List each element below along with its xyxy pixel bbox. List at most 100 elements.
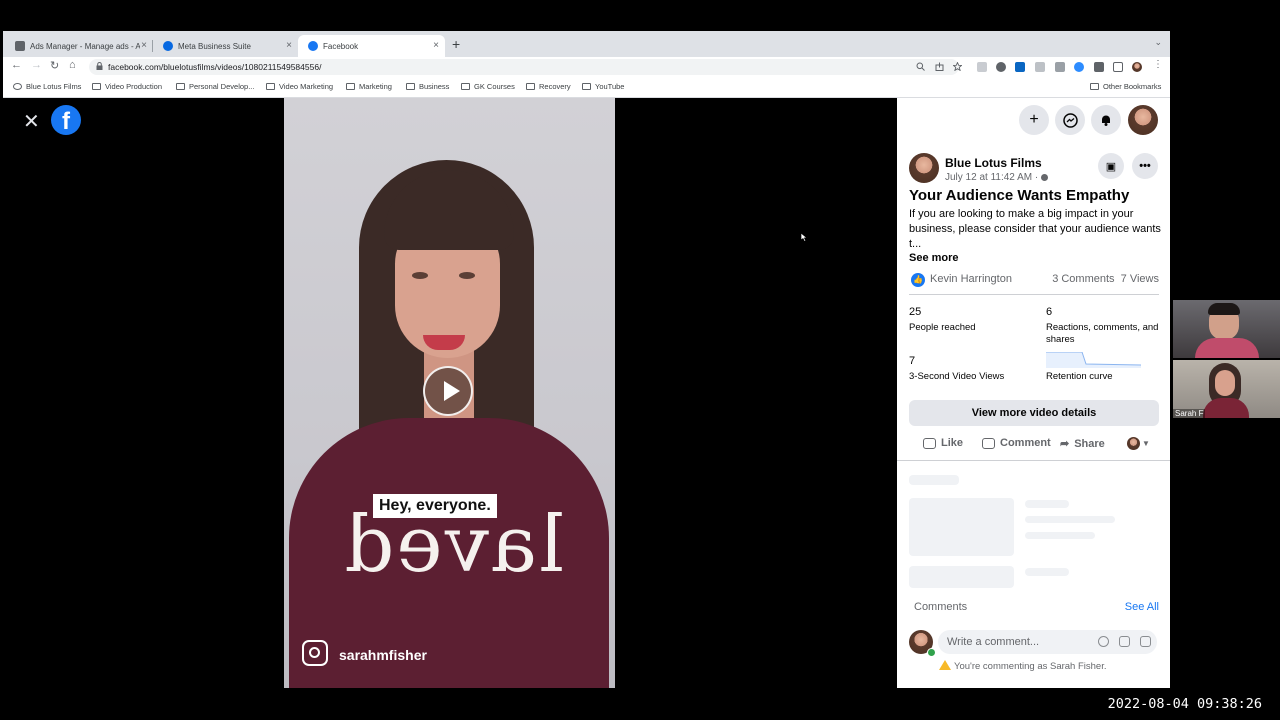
close-tab-icon[interactable]: × bbox=[286, 40, 292, 51]
video-viewer: ✕ f laved Hey, everyone. sarahmfisher bbox=[3, 98, 897, 688]
sidebar-icon[interactable] bbox=[1113, 62, 1123, 72]
bookmark-blue-lotus-films[interactable]: Blue Lotus Films bbox=[13, 82, 81, 91]
extension-icon[interactable] bbox=[1055, 62, 1065, 72]
stat-value-people-reached: 25 bbox=[909, 306, 922, 318]
webcam-tile-2: Sarah F bbox=[1173, 360, 1280, 418]
stat-value-reactions: 6 bbox=[1046, 306, 1053, 318]
lock-icon bbox=[96, 62, 103, 70]
bookmark-recovery[interactable]: Recovery bbox=[526, 82, 571, 91]
bookmark-personal-develop[interactable]: Personal Develop... bbox=[176, 82, 254, 91]
new-tab-button[interactable]: + bbox=[452, 36, 460, 52]
webcam-person-shirt bbox=[1203, 398, 1249, 418]
puzzle-icon[interactable] bbox=[1094, 62, 1104, 72]
bookmark-label: Marketing bbox=[359, 82, 392, 91]
profile-avatar-icon[interactable] bbox=[1132, 62, 1142, 72]
folder-icon bbox=[266, 83, 275, 90]
mouse-pointer-icon bbox=[800, 232, 808, 242]
back-icon[interactable]: ← bbox=[11, 59, 22, 71]
divider bbox=[909, 294, 1159, 295]
post-side-panel: + Blue Lotus Films July 12 at 11:42 AM ·… bbox=[897, 98, 1170, 688]
post-date[interactable]: July 12 at 11:42 AM · bbox=[945, 172, 1049, 183]
post-description: If you are looking to make a big impact … bbox=[909, 208, 1161, 250]
loading-placeholder bbox=[1025, 516, 1115, 523]
webcam-person bbox=[1215, 370, 1235, 396]
see-all-comments-link[interactable]: See All bbox=[1125, 601, 1159, 613]
see-more-link[interactable]: See more bbox=[909, 252, 959, 264]
address-bar[interactable]: facebook.com/bluelotusfilms/videos/10802… bbox=[89, 59, 962, 75]
reactor-name[interactable]: Kevin Harrington bbox=[930, 273, 1012, 285]
more-menu-icon[interactable]: ⋮ bbox=[1153, 59, 1163, 70]
video-player[interactable]: laved Hey, everyone. sarahmfisher bbox=[284, 98, 615, 688]
recording-timestamp: 2022-08-04 09:38:26 bbox=[1107, 696, 1262, 712]
stat-label-video-views: 3-Second Video Views bbox=[909, 371, 1005, 382]
webcam-person-shirt bbox=[1195, 338, 1259, 358]
comments-heading: Comments bbox=[914, 601, 968, 613]
post-title: Your Audience Wants Empathy bbox=[909, 187, 1130, 204]
post-as-avatar bbox=[1127, 437, 1140, 450]
reload-icon[interactable]: ↻ bbox=[50, 59, 59, 72]
retention-curve-chart bbox=[1046, 352, 1142, 368]
like-reaction-icon[interactable]: 👍 bbox=[911, 273, 925, 287]
bookmark-label: Video Marketing bbox=[279, 82, 334, 91]
views-count: 7 Views bbox=[1120, 273, 1159, 285]
view-more-video-details-button[interactable]: View more video details bbox=[909, 400, 1159, 426]
divider bbox=[897, 460, 1170, 461]
page-name[interactable]: Blue Lotus Films bbox=[945, 156, 1042, 170]
close-tab-icon[interactable]: × bbox=[433, 40, 439, 51]
loading-placeholder bbox=[1025, 568, 1069, 576]
like-button[interactable]: Like bbox=[923, 437, 963, 449]
comment-input[interactable]: Write a comment... bbox=[938, 630, 1157, 654]
bookmark-label: YouTube bbox=[595, 82, 625, 91]
notifications-bell-icon[interactable] bbox=[1091, 105, 1121, 135]
comments-count[interactable]: 3 Comments bbox=[1052, 273, 1114, 285]
more-options-button[interactable]: ••• bbox=[1132, 153, 1158, 179]
tab-facebook[interactable]: Facebook × bbox=[298, 35, 445, 57]
share-button[interactable]: ➦ Share bbox=[1060, 437, 1105, 451]
zoom-icon[interactable] bbox=[916, 62, 925, 71]
tab-search-icon[interactable]: ⌄ bbox=[1154, 37, 1162, 48]
bookmark-label: Recovery bbox=[539, 82, 571, 91]
gif-icon[interactable] bbox=[1119, 636, 1130, 647]
home-icon[interactable]: ⌂ bbox=[69, 59, 76, 71]
save-post-button[interactable]: ▣ bbox=[1098, 153, 1124, 179]
online-status-dot bbox=[927, 648, 936, 657]
page-avatar[interactable] bbox=[909, 153, 939, 183]
bookmark-youtube[interactable]: YouTube bbox=[582, 82, 624, 91]
play-button-icon[interactable] bbox=[423, 366, 473, 416]
extension-icon[interactable] bbox=[1035, 62, 1045, 72]
facebook-logo-icon[interactable]: f bbox=[51, 105, 81, 135]
tab-meta-business-suite[interactable]: Meta Business Suite × bbox=[153, 35, 298, 57]
star-icon[interactable] bbox=[953, 62, 962, 71]
profile-avatar[interactable] bbox=[1128, 105, 1158, 135]
pinterest-icon[interactable] bbox=[996, 62, 1006, 72]
messenger-icon[interactable] bbox=[1055, 105, 1085, 135]
bookmark-video-marketing[interactable]: Video Marketing bbox=[266, 82, 333, 91]
bookmark-business[interactable]: Business bbox=[406, 82, 449, 91]
create-icon[interactable]: + bbox=[1019, 105, 1049, 135]
browser-window: Ads Manager - Manage ads - A × Meta Busi… bbox=[3, 31, 1170, 688]
other-bookmarks[interactable]: Other Bookmarks bbox=[1090, 82, 1161, 91]
folder-icon bbox=[461, 83, 470, 90]
share-icon[interactable] bbox=[935, 62, 944, 71]
forward-icon[interactable]: → bbox=[31, 59, 42, 71]
instagram-icon bbox=[302, 640, 328, 666]
bookmark-label: GK Courses bbox=[474, 82, 515, 91]
bookmark-gk-courses[interactable]: GK Courses bbox=[461, 82, 515, 91]
close-icon[interactable]: ✕ bbox=[23, 112, 40, 132]
commenting-as-text: You're commenting as Sarah Fisher. bbox=[954, 661, 1107, 672]
comment-icon bbox=[982, 437, 995, 449]
facebook-icon bbox=[308, 41, 318, 51]
audience-icon bbox=[1041, 174, 1049, 181]
post-as-selector[interactable]: ▼ bbox=[1127, 437, 1150, 450]
extension-icon[interactable] bbox=[977, 62, 987, 72]
zoom-extension-icon[interactable] bbox=[1074, 62, 1084, 72]
tab-title: Meta Business Suite bbox=[178, 41, 251, 51]
extension-icon[interactable] bbox=[1015, 62, 1025, 72]
bookmark-video-production[interactable]: Video Production bbox=[92, 82, 162, 91]
bookmark-marketing[interactable]: Marketing bbox=[346, 82, 392, 91]
sticker-icon[interactable] bbox=[1140, 636, 1151, 647]
emoji-icon[interactable] bbox=[1098, 636, 1109, 647]
tab-ads-manager[interactable]: Ads Manager - Manage ads - A × bbox=[5, 35, 153, 57]
close-tab-icon[interactable]: × bbox=[141, 40, 147, 51]
comment-button[interactable]: Comment bbox=[982, 437, 1051, 449]
